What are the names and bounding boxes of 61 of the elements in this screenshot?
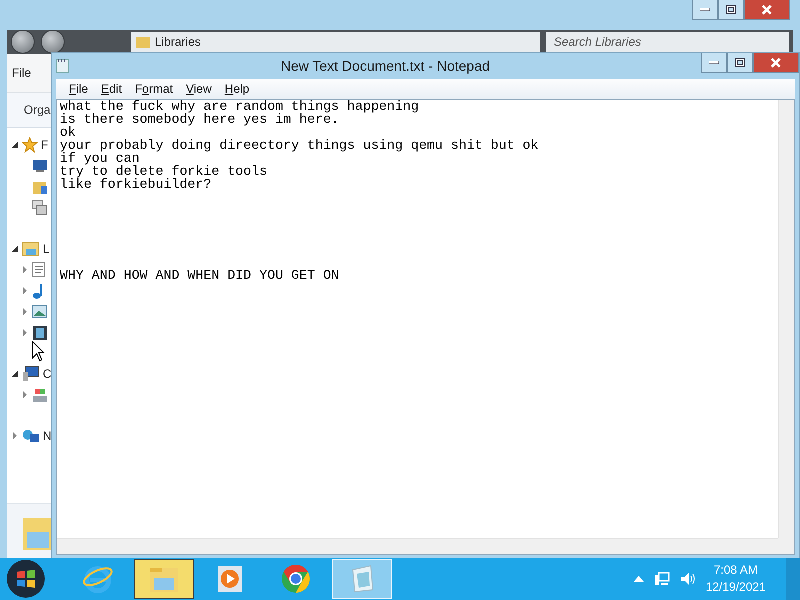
- document-icon: [32, 262, 46, 278]
- tree-item[interactable]: L: [43, 242, 50, 256]
- places-icon: [32, 200, 48, 216]
- menu-item[interactable]: File: [12, 66, 32, 80]
- expanded-arrow-icon[interactable]: [11, 244, 19, 252]
- menu-item[interactable]: Help: [224, 82, 250, 96]
- maximize-button[interactable]: [718, 0, 744, 20]
- maximize-icon: [735, 58, 745, 67]
- start-button[interactable]: [6, 559, 46, 599]
- film-icon: [32, 324, 48, 340]
- toolbar-button[interactable]: Orga: [24, 103, 51, 117]
- search-field[interactable]: Search Libraries: [546, 32, 789, 52]
- play-icon: [217, 565, 243, 593]
- minimize-button[interactable]: [701, 53, 727, 73]
- monitor-icon: [32, 158, 48, 172]
- taskbar-button[interactable]: [134, 559, 194, 599]
- chrome-icon: [281, 564, 311, 594]
- speaker-icon[interactable]: [680, 571, 696, 587]
- collapsed-arrow-icon[interactable]: [21, 266, 29, 274]
- maximize-button[interactable]: [727, 53, 753, 73]
- maximize-icon: [726, 5, 736, 14]
- mouse-cursor-icon: [32, 341, 46, 363]
- minimize-icon: [709, 60, 719, 64]
- menu-item[interactable]: Format: [135, 82, 174, 96]
- menu-item[interactable]: View: [186, 82, 212, 96]
- window-title: New Text Document.txt - Notepad: [280, 58, 492, 74]
- back-button[interactable]: [11, 30, 35, 54]
- library-icon: [22, 240, 40, 256]
- expanded-arrow-icon[interactable]: [11, 140, 19, 148]
- expanded-arrow-icon[interactable]: [11, 370, 19, 378]
- tree-item[interactable]: F: [41, 138, 48, 152]
- menu-item[interactable]: Edit: [101, 82, 122, 96]
- close-button[interactable]: [753, 53, 799, 73]
- collapsed-arrow-icon[interactable]: [21, 328, 29, 336]
- collapsed-arrow-icon[interactable]: [21, 390, 29, 398]
- star-icon: [22, 136, 38, 152]
- minimize-button[interactable]: [692, 0, 718, 20]
- up-arrow-icon[interactable]: [634, 576, 644, 582]
- clock-date: 12/19/2021: [706, 579, 766, 596]
- clock-time: 7:08 AM: [714, 562, 758, 579]
- tree-item[interactable]: C: [43, 366, 52, 380]
- picture-icon: [32, 304, 48, 318]
- minimize-icon: [700, 8, 710, 12]
- close-icon: [770, 58, 782, 68]
- tree-item[interactable]: N: [43, 428, 52, 442]
- network-icon[interactable]: [654, 571, 670, 587]
- close-button[interactable]: [744, 0, 790, 20]
- notepad-icon: [56, 58, 70, 74]
- forward-button[interactable]: [41, 30, 65, 54]
- close-icon: [761, 4, 773, 14]
- vertical-scrollbar[interactable]: [778, 100, 794, 538]
- drive-icon: [32, 386, 48, 402]
- menu-item[interactable]: File: [69, 82, 88, 96]
- collapsed-arrow-icon[interactable]: [21, 308, 29, 316]
- address-bar[interactable]: Libraries: [131, 32, 540, 52]
- network-icon: [22, 428, 40, 444]
- collapsed-arrow-icon[interactable]: [21, 286, 29, 294]
- horizontal-scrollbar[interactable]: [57, 538, 778, 554]
- collapsed-arrow-icon[interactable]: [11, 432, 19, 440]
- computer-icon: [22, 366, 40, 382]
- folder-icon: [135, 35, 151, 49]
